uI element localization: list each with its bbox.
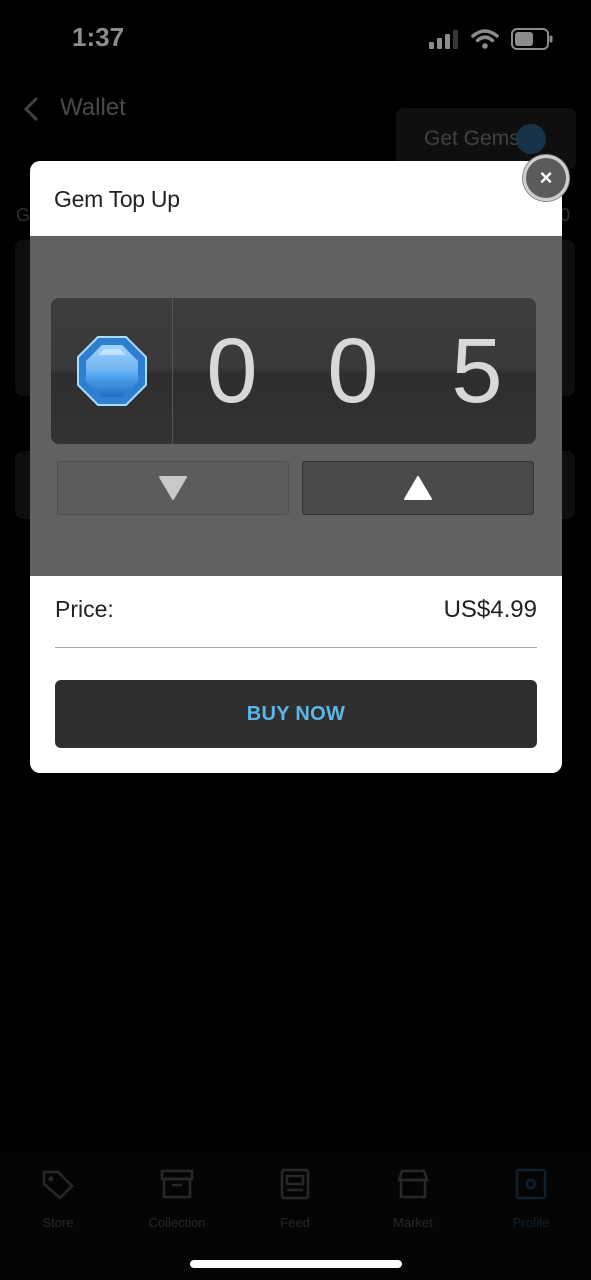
price-label: Price: xyxy=(55,596,114,622)
divider xyxy=(55,647,537,648)
close-icon: × xyxy=(539,165,553,190)
close-button[interactable]: × xyxy=(523,155,569,201)
gem-quantity-picker: 0 0 5 xyxy=(30,236,562,576)
triangle-up-icon xyxy=(404,476,432,500)
gem-icon xyxy=(76,336,147,406)
gem-top-up-dialog: Gem Top Up 0 0 5 Price: US$4.99 BUY NOW xyxy=(30,161,562,773)
buy-now-label: BUY NOW xyxy=(246,702,346,725)
counter-digit-hundreds: 0 xyxy=(206,320,258,422)
home-indicator[interactable] xyxy=(190,1260,402,1268)
buy-now-button[interactable]: BUY NOW xyxy=(55,680,537,748)
counter-digit-tens: 0 xyxy=(327,320,379,422)
price-value: US$4.99 xyxy=(443,596,537,623)
counter-digit-ones: 5 xyxy=(451,320,503,422)
increase-button[interactable] xyxy=(302,461,534,515)
decrease-button[interactable] xyxy=(57,461,289,515)
gem-cell xyxy=(51,298,173,444)
dialog-title: Gem Top Up xyxy=(54,186,180,212)
triangle-down-icon xyxy=(159,476,187,500)
gem-counter: 0 0 5 xyxy=(51,298,536,444)
